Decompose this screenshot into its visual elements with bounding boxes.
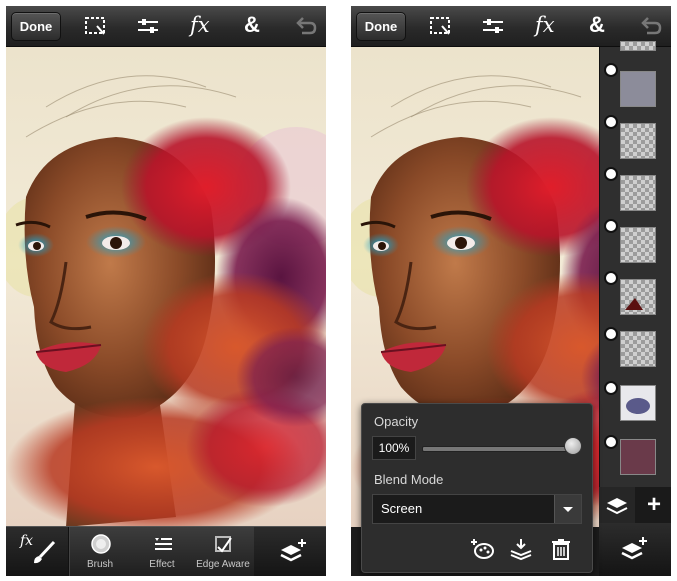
layer-thumbnail[interactable] bbox=[620, 71, 656, 107]
layers-add-icon bbox=[280, 539, 306, 562]
layers-button[interactable] bbox=[254, 527, 326, 576]
layer-visibility-toggle[interactable] bbox=[604, 63, 618, 77]
add-layer-button[interactable]: + bbox=[637, 487, 671, 523]
layer-thumbnail[interactable] bbox=[620, 279, 656, 315]
layers-panel-footer: + bbox=[599, 487, 671, 576]
opacity-label: Opacity bbox=[374, 414, 419, 429]
portrait-image bbox=[6, 47, 326, 526]
done-button[interactable]: Done bbox=[356, 12, 406, 41]
layer-thumbnail[interactable] bbox=[620, 439, 656, 475]
layer-visibility-toggle[interactable] bbox=[604, 327, 618, 341]
layer-visibility-toggle[interactable] bbox=[604, 435, 618, 449]
brush-button[interactable]: Brush bbox=[70, 527, 130, 576]
layer-properties-icon[interactable] bbox=[470, 536, 496, 562]
adjustments-icon[interactable] bbox=[134, 12, 162, 40]
brush-label: Brush bbox=[86, 559, 114, 570]
layer-properties-popover: Opacity 100% Blend Mode Screen bbox=[361, 403, 593, 573]
done-button[interactable]: Done bbox=[11, 12, 61, 41]
selection-icon[interactable] bbox=[426, 12, 454, 40]
layer-thumbnail[interactable] bbox=[620, 175, 656, 211]
layers-panel[interactable] bbox=[599, 41, 671, 487]
layers-button[interactable] bbox=[599, 523, 671, 576]
layers-toggle-button[interactable] bbox=[599, 487, 635, 523]
edge-aware-icon bbox=[215, 536, 232, 553]
layers-add-icon bbox=[621, 537, 647, 560]
layer-thumbnail[interactable] bbox=[620, 331, 656, 367]
edge-aware-label: Edge Aware bbox=[196, 559, 250, 570]
effect-label: Effect bbox=[149, 559, 175, 570]
edge-aware-button[interactable]: Edge Aware bbox=[192, 527, 254, 576]
trash-icon[interactable] bbox=[548, 536, 574, 562]
layer-visibility-toggle[interactable] bbox=[604, 115, 618, 129]
fx-brush-button[interactable]: fx bbox=[6, 527, 68, 576]
layer-visibility-toggle[interactable] bbox=[604, 381, 618, 395]
blend-mode-value: Screen bbox=[381, 501, 423, 516]
ampersand-icon[interactable]: & bbox=[244, 11, 260, 39]
layer-thumbnail[interactable] bbox=[620, 123, 656, 159]
undo-icon[interactable] bbox=[637, 12, 665, 40]
opacity-value[interactable]: 100% bbox=[372, 436, 416, 460]
chevron-down-icon[interactable] bbox=[554, 495, 581, 523]
fx-icon[interactable]: fx bbox=[535, 11, 555, 39]
layer-thumbnail[interactable] bbox=[620, 227, 656, 263]
layer-visibility-toggle[interactable] bbox=[604, 271, 618, 285]
phone-screen-right: Done fx & + Opacity 100% Blend Mode Scre… bbox=[351, 6, 671, 576]
layer-art bbox=[625, 298, 643, 310]
effect-list-icon bbox=[155, 538, 172, 550]
brush-stroke-icon bbox=[34, 540, 56, 564]
merge-down-icon[interactable] bbox=[508, 536, 534, 562]
opacity-slider-thumb[interactable] bbox=[564, 437, 582, 455]
opacity-slider[interactable] bbox=[422, 446, 574, 452]
top-toolbar: Done fx & bbox=[6, 6, 326, 47]
blend-mode-label: Blend Mode bbox=[374, 472, 444, 487]
bottom-toolbar: fx Brush Effect Edge Aware bbox=[6, 526, 326, 576]
layer-thumbnail[interactable] bbox=[620, 385, 656, 421]
blend-mode-select[interactable]: Screen bbox=[372, 494, 582, 524]
selection-icon[interactable] bbox=[81, 12, 109, 40]
ampersand-icon[interactable]: & bbox=[589, 11, 605, 39]
fx-icon[interactable]: fx bbox=[190, 11, 210, 39]
photo-canvas[interactable] bbox=[6, 47, 326, 526]
layer-visibility-toggle[interactable] bbox=[604, 167, 618, 181]
phone-screen-left: Done fx & fx Brush Effect Edge Aware bbox=[6, 6, 326, 576]
effect-button[interactable]: Effect bbox=[132, 527, 192, 576]
adjustments-icon[interactable] bbox=[479, 12, 507, 40]
layer-thumbnail[interactable] bbox=[620, 41, 656, 51]
layers-icon bbox=[606, 498, 628, 515]
undo-icon[interactable] bbox=[292, 12, 320, 40]
layer-visibility-toggle[interactable] bbox=[604, 219, 618, 233]
brush-icon bbox=[91, 534, 111, 554]
layer-art bbox=[626, 398, 650, 414]
